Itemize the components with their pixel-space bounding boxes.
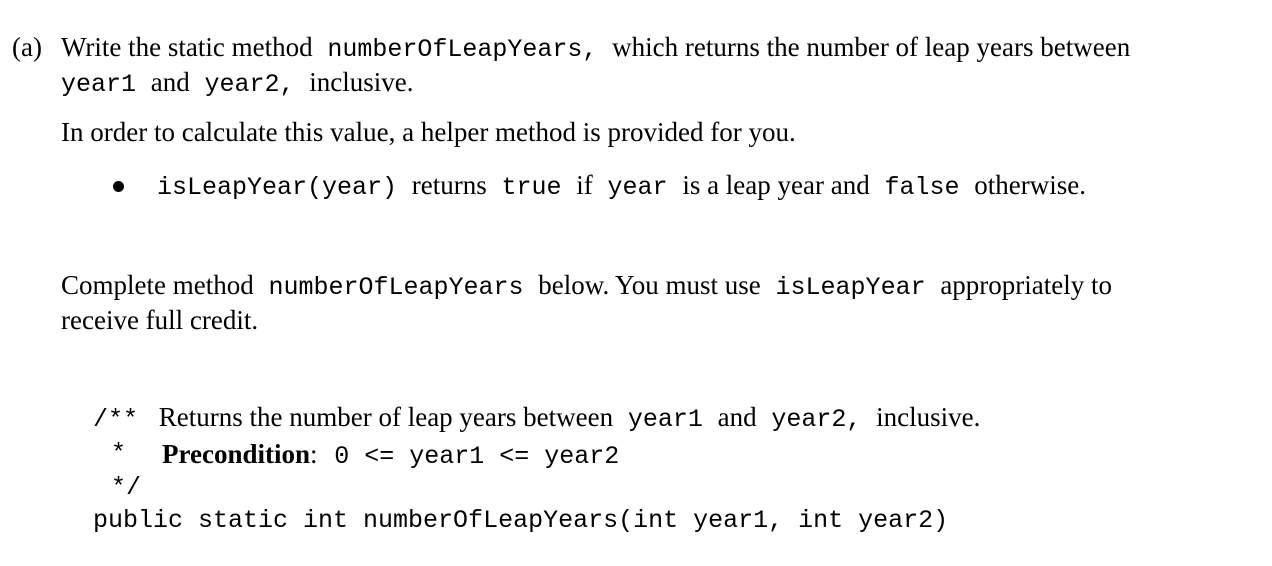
- question-text: Write the static method: [61, 32, 313, 62]
- precondition-code: 0 <= year1 <= year2: [334, 442, 620, 471]
- bullet-text: returns: [411, 170, 487, 200]
- false-code: false: [884, 173, 960, 202]
- precondition-label: Precondition: [162, 439, 310, 469]
- comment-text: Returns the number of leap years between: [158, 402, 614, 432]
- comment-close: */: [111, 473, 142, 502]
- year-code: year: [607, 173, 668, 202]
- javadoc-star: *: [111, 439, 127, 468]
- question-text: and: [150, 67, 190, 97]
- helper-method-bullet: isLeapYear(year) returns true if year is…: [157, 168, 1086, 205]
- question-text: which returns the number of leap years b…: [612, 32, 1131, 62]
- year2-code: year2,: [204, 70, 295, 99]
- true-code: true: [501, 173, 562, 202]
- instruction-text: appropriately to: [940, 270, 1113, 300]
- year2-code: year2,: [771, 405, 862, 434]
- comment-text: and: [717, 402, 757, 432]
- helper-intro: In order to calculate this value, a help…: [61, 117, 796, 147]
- comment-open: /**: [93, 405, 139, 434]
- question-text: inclusive.: [309, 67, 414, 97]
- instruction-text: below. You must use: [538, 270, 761, 300]
- precondition-line: Precondition: 0 <= year1 <= year2: [162, 437, 619, 474]
- question-line-1: Write the static method numberOfLeapYear…: [61, 30, 1130, 67]
- javadoc-line-1: /** Returns the number of leap years bet…: [93, 400, 980, 437]
- year1-code: year1: [61, 70, 137, 99]
- method-name-code: numberOfLeapYears,: [327, 35, 598, 64]
- bullet-text: if: [576, 170, 593, 200]
- comment-text: inclusive.: [876, 402, 981, 432]
- method-name-code: numberOfLeapYears: [268, 273, 524, 302]
- bullet-text: otherwise.: [974, 170, 1086, 200]
- precondition-colon: :: [310, 439, 318, 469]
- bullet-text: is a leap year and: [682, 170, 870, 200]
- method-signature: public static int numberOfLeapYears(int …: [93, 506, 949, 535]
- instruction-line-1: Complete method numberOfLeapYears below.…: [61, 268, 1112, 305]
- question-label: (a): [12, 32, 42, 62]
- helper-method-code: isLeapYear(year): [157, 173, 398, 202]
- year1-code: year1: [627, 405, 703, 434]
- helper-name-code: isLeapYear: [775, 273, 926, 302]
- instruction-text: Complete method: [61, 270, 254, 300]
- question-line-2: year1 and year2, inclusive.: [61, 65, 414, 102]
- instruction-line-2: receive full credit.: [61, 305, 259, 335]
- bullet-icon: [113, 181, 124, 192]
